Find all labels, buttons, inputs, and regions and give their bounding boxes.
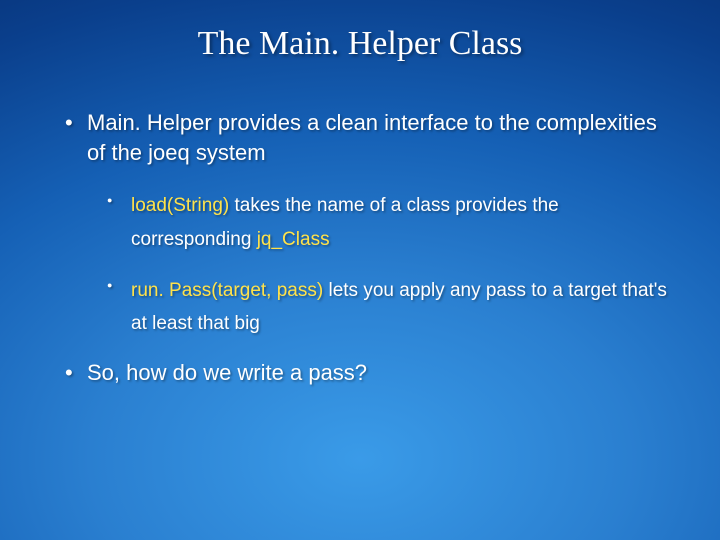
body-text: So, how do we write a pass?: [87, 360, 367, 385]
slide: The Main. Helper Class Main. Helper prov…: [0, 0, 720, 540]
bullet-level-1: So, how do we write a pass?: [65, 358, 675, 388]
bullet-level-1: Main. Helper provides a clean interface …: [65, 108, 675, 167]
bullet-list: Main. Helper provides a clean interface …: [45, 108, 675, 388]
highlight-text: run. Pass(target, pass): [131, 280, 323, 301]
bullet-level-2: load(String) takes the name of a class p…: [107, 189, 675, 256]
slide-title: The Main. Helper Class: [45, 25, 675, 63]
bullet-level-2: run. Pass(target, pass) lets you apply a…: [107, 274, 675, 341]
body-text: Main. Helper provides a clean interface …: [87, 110, 657, 165]
highlight-text: jq_Class: [257, 229, 330, 250]
highlight-text: load(String): [131, 195, 229, 216]
